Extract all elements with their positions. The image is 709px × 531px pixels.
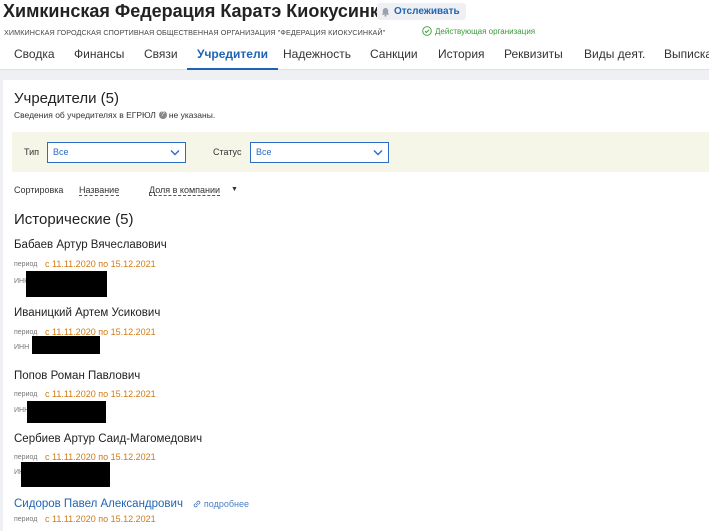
- inn-redacted: [27, 401, 106, 423]
- tab-reliability[interactable]: Надежность: [283, 40, 351, 69]
- historical-title: Исторические (5): [14, 211, 134, 228]
- type-filter-label: Тип: [24, 147, 40, 157]
- link-icon: [194, 500, 201, 508]
- org-full-name: ХИМКИНСКАЯ ГОРОДСКАЯ СПОРТИВНАЯ ОБЩЕСТВЕ…: [4, 28, 386, 37]
- bell-icon: [381, 7, 390, 17]
- org-header: Химкинская Федерация Каратэ Киокусинкай …: [0, 0, 709, 70]
- founders-note: Сведения об учредителях в ЕГРЮЛ ? не ука…: [14, 110, 215, 120]
- status-filter-select[interactable]: Все: [250, 142, 389, 163]
- details-link-label: подробнее: [203, 499, 250, 509]
- tab-bar: Сводка Финансы Связи Учредители Надежнос…: [0, 40, 709, 70]
- chevron-down-icon: [170, 150, 180, 156]
- founder-period: с 11.11.2020 по 15.12.2021: [45, 389, 156, 399]
- founder-item: Попов Роман Павлович: [14, 370, 694, 382]
- tab-founders[interactable]: Учредители: [187, 40, 278, 70]
- period-label: период: [14, 261, 38, 268]
- follow-button[interactable]: Отслеживать: [377, 3, 466, 20]
- tab-summary[interactable]: Сводка: [14, 40, 55, 69]
- status-filter-label: Статус: [213, 147, 242, 157]
- founders-panel: Учредители (5) Сведения об учредителях в…: [3, 80, 709, 531]
- founder-item: Бабаев Артур Вячеславович: [14, 239, 694, 251]
- type-filter-select[interactable]: Все: [47, 142, 186, 163]
- type-filter-value: Все: [53, 147, 69, 157]
- founder-name: Бабаев Артур Вячеславович: [14, 239, 167, 251]
- founder-period: с 11.11.2020 по 15.12.2021: [45, 452, 156, 462]
- details-link[interactable]: подробнее: [193, 499, 249, 509]
- inn-redacted: [21, 462, 110, 487]
- status-filter-value: Все: [256, 147, 272, 157]
- tab-sanctions[interactable]: Санкции: [370, 40, 418, 69]
- inn-redacted: [32, 336, 100, 354]
- founder-item: Сербиев Артур Саид-Магомедович: [14, 433, 694, 445]
- founders-note-text: Сведения об учредителях в ЕГРЮЛ: [14, 110, 156, 120]
- founder-name: Сербиев Артур Саид-Магомедович: [14, 433, 203, 445]
- tab-history[interactable]: История: [438, 40, 485, 69]
- founder-name: Иваницкий Артем Усикович: [14, 307, 161, 319]
- tab-finance[interactable]: Финансы: [74, 40, 124, 69]
- founders-note-tail: не указаны.: [168, 110, 216, 120]
- follow-label: Отслеживать: [394, 6, 460, 17]
- check-circle-icon: [422, 26, 432, 36]
- founder-name: Попов Роман Павлович: [14, 370, 141, 382]
- founder-item: Иваницкий Артем Усикович: [14, 307, 694, 319]
- org-title: Химкинская Федерация Каратэ Киокусинкай: [3, 1, 400, 21]
- period-label: период: [14, 516, 38, 523]
- sort-by-share[interactable]: Доля в компании: [149, 185, 221, 196]
- founder-name-link[interactable]: Сидоров Павел Александрович: [14, 498, 183, 510]
- period-label: период: [14, 391, 38, 398]
- chevron-down-icon: [373, 150, 383, 156]
- tab-founders-label: Учредители: [197, 47, 268, 61]
- founder-period: с 11.11.2020 по 15.12.2021: [45, 514, 156, 524]
- founder-period: с 11.11.2020 по 15.12.2021: [45, 259, 156, 269]
- filter-bar: Тип Все Статус Все: [12, 132, 709, 172]
- org-status-label: Действующая организация: [435, 26, 536, 36]
- info-icon[interactable]: ?: [158, 111, 167, 119]
- tab-activities[interactable]: Виды деят.: [584, 40, 645, 69]
- period-label: период: [14, 329, 38, 336]
- sort-label: Сортировка: [14, 185, 64, 195]
- period-label: период: [14, 454, 38, 461]
- inn-redacted: [26, 271, 107, 297]
- org-status: Действующая организация: [422, 26, 535, 36]
- tab-links[interactable]: Связи: [144, 40, 178, 69]
- sort-by-name[interactable]: Название: [79, 185, 120, 196]
- tab-extract[interactable]: Выписка: [664, 40, 709, 69]
- founders-title: Учредители (5): [14, 90, 120, 107]
- inn-label: ИНН: [14, 344, 30, 351]
- sort-arrow-icon: ▼: [231, 186, 238, 193]
- founder-item: Сидоров Павел Александрович подробнее: [14, 494, 694, 512]
- tab-requisites[interactable]: Реквизиты: [504, 40, 563, 69]
